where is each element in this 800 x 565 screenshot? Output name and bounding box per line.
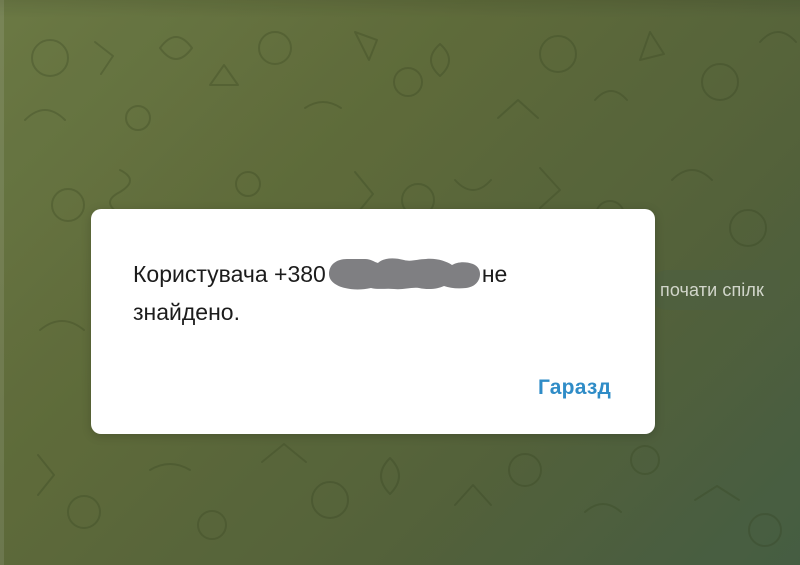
message-line-1: Користувача +380 не [133,253,553,293]
redaction-mask-icon [326,257,482,291]
dialog-message: Користувача +380 не знайдено. [133,253,553,331]
message-suffix: не [481,260,508,287]
message-line-2: знайдено. [133,298,240,325]
user-not-found-dialog: Користувача +380 не знайдено. Гаразд [91,209,655,434]
telegram-app-view: почати спілк Користувача +380 не знайден… [0,0,800,565]
ok-button[interactable]: Гаразд [538,376,611,400]
message-prefix: Користувача +380 [133,260,326,287]
